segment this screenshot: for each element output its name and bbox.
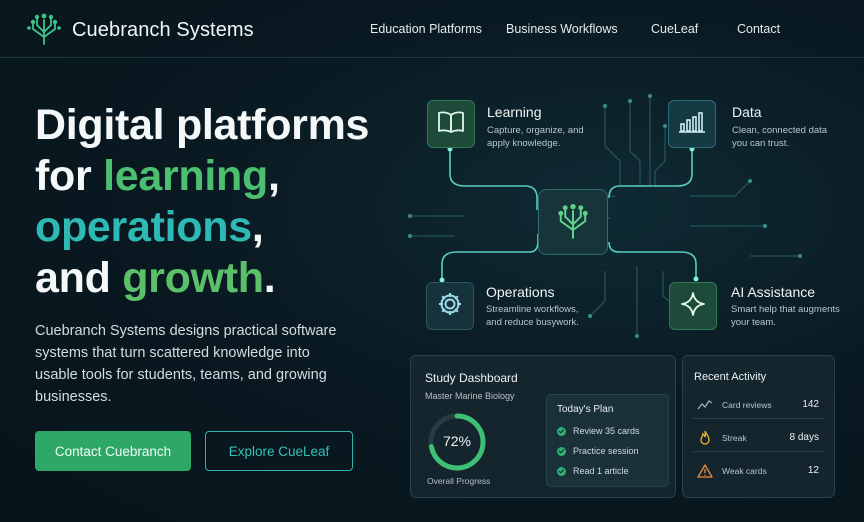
site-header: Cuebranch Systems Education Platforms Bu…	[0, 0, 864, 58]
todays-plan: Today's Plan Review 35 cards Practice se…	[546, 394, 669, 487]
hero-title: Digital platforms for learning, operatio…	[35, 100, 395, 304]
activity-label: Streak	[722, 433, 747, 443]
activity-label: Weak cards	[722, 466, 767, 476]
ai-title: AI Assistance	[731, 284, 816, 300]
plan-item-label: Practice session	[573, 446, 639, 456]
bar-chart-icon	[678, 110, 706, 139]
hero-line-1: Digital platforms	[35, 101, 370, 149]
warning-icon	[697, 463, 713, 479]
recent-activity-title: Recent Activity	[694, 371, 767, 383]
study-dashboard-subtitle: Master Marine Biology	[425, 391, 515, 401]
ai-desc: Smart help that augments your team.	[731, 304, 840, 328]
data-title: Data	[732, 104, 762, 120]
nav-cueleaf[interactable]: CueLeaf	[651, 22, 698, 36]
brand-name: Cuebranch Systems	[72, 19, 254, 41]
hero-line-2-suffix: ,	[267, 152, 280, 200]
activity-row[interactable]: Streak 8 days	[693, 424, 825, 452]
check-icon	[557, 426, 566, 436]
activity-value: 12	[807, 465, 819, 476]
activity-value: 142	[802, 399, 819, 410]
check-icon	[557, 446, 566, 456]
tree-logo-icon	[26, 10, 62, 51]
hero-line-3-suffix: ,	[251, 203, 264, 251]
operations-title: Operations	[486, 284, 555, 300]
contact-cuebranch-button[interactable]: Contact Cuebranch	[35, 431, 191, 471]
plan-title: Today's Plan	[557, 404, 614, 415]
hero-line-4-prefix: and	[35, 254, 123, 302]
recent-activity-card[interactable]: Recent Activity Card reviews 142 Streak …	[682, 355, 835, 498]
tree-hub-icon	[553, 200, 593, 245]
plan-item-label: Read 1 article	[573, 466, 629, 476]
check-icon	[557, 466, 566, 476]
progress-ring: 72%	[426, 411, 488, 473]
data-tile[interactable]	[668, 100, 716, 148]
operations-tile[interactable]	[426, 282, 474, 330]
plan-item[interactable]: Review 35 cards	[557, 426, 640, 436]
nav-contact[interactable]: Contact	[737, 22, 780, 36]
operations-desc: Streamline workflows, and reduce busywor…	[486, 304, 579, 328]
center-hub-tile	[538, 189, 608, 255]
plan-item[interactable]: Read 1 article	[557, 466, 629, 476]
trend-icon	[697, 397, 713, 413]
nav-business-workflows[interactable]: Business Workflows	[506, 22, 618, 36]
capabilities-diagram: Learning Capture, organize, and apply kn…	[405, 86, 855, 346]
hero-highlight-growth: growth	[122, 254, 264, 302]
activity-label: Card reviews	[722, 400, 772, 410]
gear-icon	[436, 290, 464, 323]
learning-desc: Capture, organize, and apply knowledge.	[487, 125, 584, 149]
activity-row[interactable]: Weak cards 12	[693, 457, 825, 485]
explore-cueleaf-button[interactable]: Explore CueLeaf	[205, 431, 353, 471]
nav-education-platforms[interactable]: Education Platforms	[370, 22, 482, 36]
plan-item[interactable]: Practice session	[557, 446, 639, 456]
hero-line-2-prefix: for	[35, 152, 104, 200]
hero-highlight-operations: operations	[35, 203, 252, 251]
hero-description: Cuebranch Systems designs practical soft…	[35, 323, 337, 405]
sparkle-icon	[679, 290, 707, 323]
flame-icon	[697, 430, 713, 446]
learning-tile[interactable]	[427, 100, 475, 148]
ai-assistance-tile[interactable]	[669, 282, 717, 330]
activity-row[interactable]: Card reviews 142	[693, 391, 825, 419]
book-icon	[437, 110, 465, 139]
brand[interactable]: Cuebranch Systems	[26, 10, 254, 51]
study-dashboard-title: Study Dashboard	[425, 371, 518, 385]
activity-value: 8 days	[789, 432, 819, 443]
hero-highlight-learning: learning	[103, 152, 268, 200]
data-desc: Clean, connected data you can trust.	[732, 125, 828, 149]
learning-title: Learning	[487, 104, 542, 120]
plan-item-label: Review 35 cards	[573, 426, 640, 436]
progress-percent: 72%	[442, 433, 472, 449]
hero-line-4-suffix: .	[263, 254, 276, 302]
page: Cuebranch Systems Education Platforms Bu…	[0, 0, 864, 522]
progress-label: Overall Progress	[427, 476, 491, 486]
study-dashboard-card[interactable]: Study Dashboard Master Marine Biology 72…	[410, 355, 676, 498]
